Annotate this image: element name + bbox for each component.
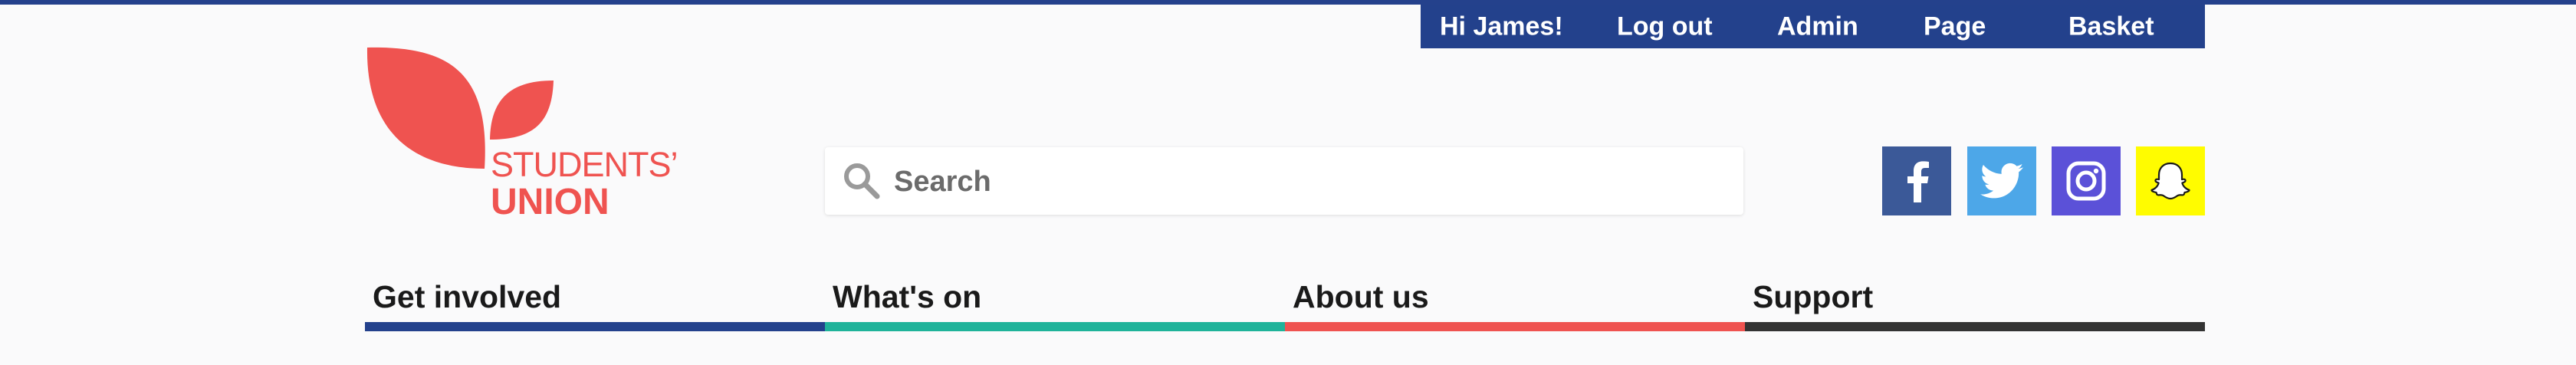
logo-text-students: STUDENTS’ [491,145,678,184]
admin-link[interactable]: Admin [1777,12,1858,41]
nav-underline-support [1745,322,2205,331]
logo-text-union: UNION [491,182,610,222]
snapchat-icon [2150,162,2190,200]
nav-support[interactable]: Support [1745,273,2205,331]
search-icon [844,163,880,199]
students-union-logo[interactable]: STUDENTS’ UNION [362,46,684,222]
nav-underline-about-us [1285,322,1745,331]
nav-get-involved[interactable]: Get involved [365,273,825,331]
nav-label-about-us: About us [1293,279,1429,314]
twitter-icon [1980,163,2023,199]
instagram-icon [2066,161,2106,201]
logout-link[interactable]: Log out [1617,12,1713,41]
nav-underline-get-involved [365,322,825,331]
nav-about-us[interactable]: About us [1285,273,1745,331]
facebook-icon [1907,161,1929,202]
instagram-button[interactable] [2052,146,2121,215]
page-link[interactable]: Page [1924,12,1986,41]
snapchat-button[interactable] [2136,146,2205,215]
user-bar: Hi James! Log out Admin Page Basket [1421,5,2205,48]
twitter-button[interactable] [1967,146,2036,215]
nav-label-support: Support [1753,279,1874,314]
nav-underline-whats-on [825,322,1285,331]
facebook-button[interactable] [1882,146,1951,215]
nav-label-whats-on: What's on [833,279,982,314]
search-input[interactable] [892,155,1723,209]
nav-label-get-involved: Get involved [373,279,562,314]
nav-whats-on[interactable]: What's on [825,273,1285,331]
search-box[interactable] [825,147,1743,215]
greeting-link[interactable]: Hi James! [1440,12,1563,41]
basket-link[interactable]: Basket [2068,12,2154,41]
